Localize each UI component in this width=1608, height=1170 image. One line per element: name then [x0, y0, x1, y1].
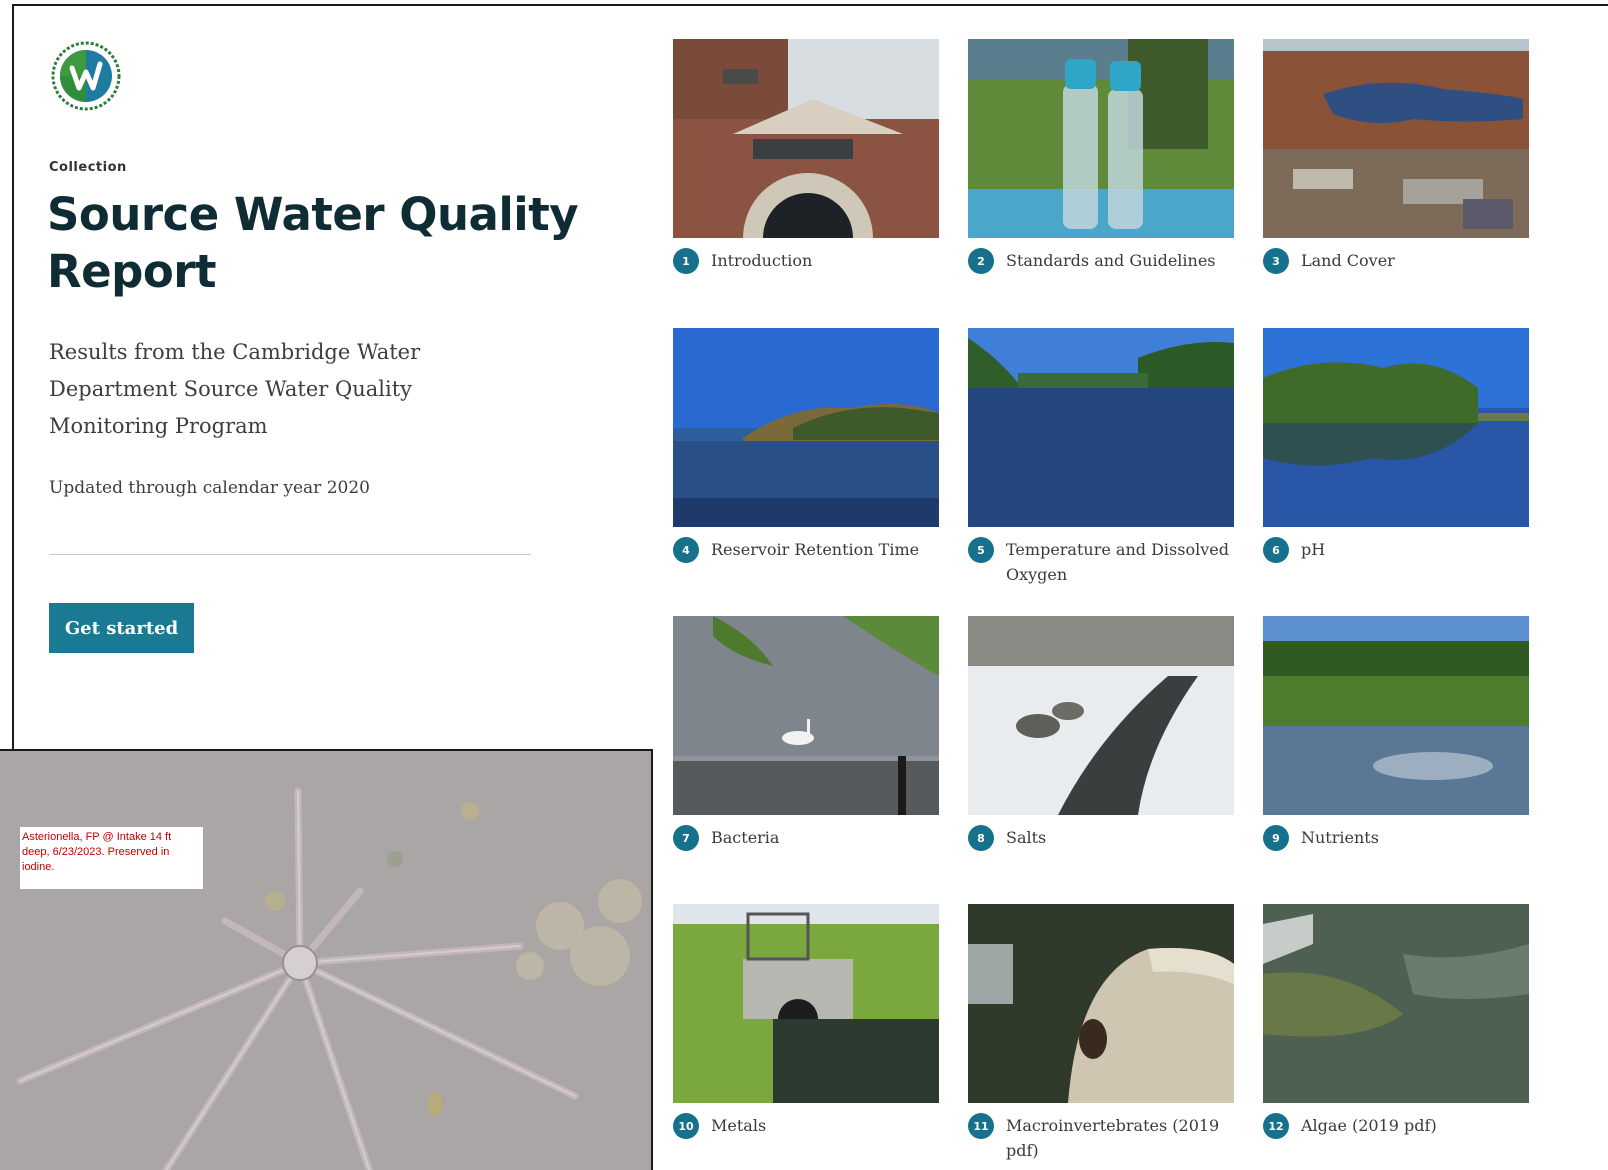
section-number: 10	[673, 1113, 699, 1139]
section-number: 4	[673, 537, 699, 563]
section-number: 12	[1263, 1113, 1289, 1139]
cambridge-water-logo-icon[interactable]	[50, 40, 122, 112]
section-card-introduction[interactable]: 1 Introduction	[673, 39, 939, 274]
lily-pad-pond-image[interactable]	[1263, 616, 1529, 815]
shallow-water-algae-image[interactable]	[1263, 904, 1529, 1103]
section-card-standards[interactable]: 2 Standards and Guidelines	[968, 39, 1234, 274]
page-subtitle: Results from the Cambridge Water Departm…	[49, 340, 421, 438]
section-number: 5	[968, 537, 994, 563]
section-label[interactable]: Standards and Guidelines	[1006, 248, 1231, 273]
section-card-land-cover[interactable]: 3 Land Cover	[1263, 39, 1529, 274]
section-card-ph[interactable]: 6 pH	[1263, 328, 1529, 563]
wooded-island-image[interactable]	[1263, 328, 1529, 527]
asterionella-microscope-photo	[0, 751, 651, 1170]
calm-river-image[interactable]	[968, 328, 1234, 527]
inset-caption-note: Asterionella, FP @ Intake 14 ft deep, 6/…	[20, 827, 203, 889]
section-number: 1	[673, 248, 699, 274]
page-title: Source Water Quality Report	[47, 188, 579, 298]
culvert-image[interactable]	[673, 904, 939, 1103]
section-number: 3	[1263, 248, 1289, 274]
section-label[interactable]: Nutrients	[1301, 825, 1526, 850]
section-card-temperature-oxygen[interactable]: 5 Temperature and Dissolved Oxygen	[968, 328, 1234, 587]
section-label[interactable]: Salts	[1006, 825, 1231, 850]
divider	[49, 554, 531, 555]
section-number: 7	[673, 825, 699, 851]
section-number: 9	[1263, 825, 1289, 851]
reservoir-shoreline-image[interactable]	[673, 328, 939, 527]
section-label[interactable]: Temperature and Dissolved Oxygen	[1006, 537, 1231, 587]
get-started-button[interactable]: Get started	[49, 603, 194, 653]
section-label[interactable]: Land Cover	[1301, 248, 1526, 273]
section-label[interactable]: Metals	[711, 1113, 936, 1138]
section-number: 11	[968, 1113, 994, 1139]
section-card-salts[interactable]: 8 Salts	[968, 616, 1234, 851]
section-card-nutrients[interactable]: 9 Nutrients	[1263, 616, 1529, 851]
section-card-macroinvertebrates[interactable]: 11 Macroinvertebrates (2019 pdf)	[968, 904, 1234, 1163]
section-number: 2	[968, 248, 994, 274]
section-number: 6	[1263, 537, 1289, 563]
section-number: 8	[968, 825, 994, 851]
water-treatment-building-image[interactable]	[673, 39, 939, 238]
water-bottles-image[interactable]	[968, 39, 1234, 238]
section-card-bacteria[interactable]: 7 Bacteria	[673, 616, 939, 851]
asterionella-inset: Asterionella, FP @ Intake 14 ft deep, 6/…	[0, 749, 653, 1170]
section-label[interactable]: Algae (2019 pdf)	[1301, 1113, 1526, 1138]
aerial-reservoir-image[interactable]	[1263, 39, 1529, 238]
section-label[interactable]: pH	[1301, 537, 1526, 562]
section-label[interactable]: Reservoir Retention Time	[711, 537, 936, 562]
section-card-algae[interactable]: 12 Algae (2019 pdf)	[1263, 904, 1529, 1139]
section-label[interactable]: Introduction	[711, 248, 936, 273]
section-label[interactable]: Bacteria	[711, 825, 936, 850]
section-label[interactable]: Macroinvertebrates (2019 pdf)	[1006, 1113, 1231, 1163]
sampling-tray-image[interactable]	[968, 904, 1234, 1103]
section-card-metals[interactable]: 10 Metals	[673, 904, 939, 1139]
updated-note: Updated through calendar year 2020	[49, 478, 370, 498]
snowy-stream-image[interactable]	[968, 616, 1234, 815]
swan-image[interactable]	[673, 616, 939, 815]
section-card-retention-time[interactable]: 4 Reservoir Retention Time	[673, 328, 939, 563]
collection-eyebrow: Collection	[49, 160, 127, 175]
